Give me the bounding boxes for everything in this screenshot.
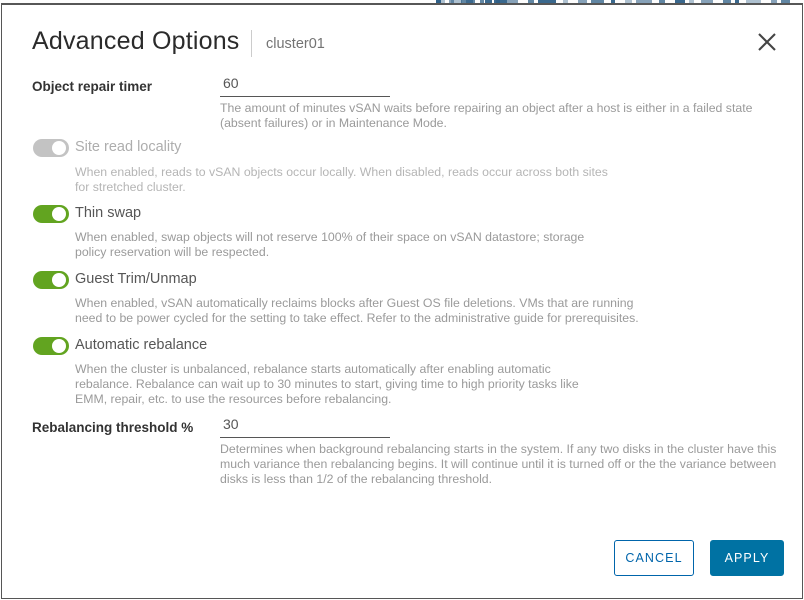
automatic-rebalance-toggle[interactable] — [33, 337, 69, 355]
rebalancing-threshold-input[interactable] — [220, 414, 390, 438]
site-read-locality-helper: When enabled, reads to vSAN objects occu… — [75, 165, 608, 194]
apply-button[interactable]: APPLY — [710, 540, 784, 576]
close-icon[interactable] — [754, 29, 780, 55]
rebalancing-threshold-helper: Determines when background rebalancing s… — [220, 442, 777, 486]
dialog-footer: CANCEL APPLY — [2, 520, 802, 598]
title-divider — [251, 30, 252, 57]
toggle-knob — [52, 339, 66, 353]
object-repair-timer-label: Object repair timer — [32, 79, 153, 94]
guest-trim-unmap-label: Guest Trim/Unmap — [75, 271, 197, 287]
page-title: Advanced Options — [32, 27, 240, 55]
site-read-locality-toggle[interactable] — [33, 139, 69, 157]
toggle-knob — [52, 207, 66, 221]
toggle-knob — [52, 141, 66, 155]
rebalancing-threshold-label: Rebalancing threshold % — [32, 420, 194, 435]
dialog-header: Advanced Options cluster01 — [2, 5, 802, 69]
toggle-knob — [52, 273, 66, 287]
dialog-body: Object repair timer The amount of minute… — [2, 65, 802, 525]
thin-swap-label: Thin swap — [75, 205, 142, 221]
site-read-locality-label: Site read locality — [75, 139, 182, 155]
thin-swap-toggle[interactable] — [33, 205, 69, 223]
automatic-rebalance-label: Automatic rebalance — [75, 337, 208, 353]
automatic-rebalance-helper: When the cluster is unbalanced, rebalanc… — [75, 362, 579, 406]
advanced-options-dialog: Advanced Options cluster01 Object repair… — [1, 3, 803, 599]
thin-swap-helper: When enabled, swap objects will not rese… — [75, 230, 585, 259]
guest-trim-unmap-toggle[interactable] — [33, 271, 69, 289]
cluster-name-label: cluster01 — [266, 36, 325, 52]
cancel-button[interactable]: CANCEL — [614, 540, 694, 576]
guest-trim-unmap-helper: When enabled, vSAN automatically reclaim… — [75, 296, 639, 325]
object-repair-timer-input[interactable] — [220, 73, 390, 97]
object-repair-timer-helper: The amount of minutes vSAN waits before … — [220, 101, 753, 130]
